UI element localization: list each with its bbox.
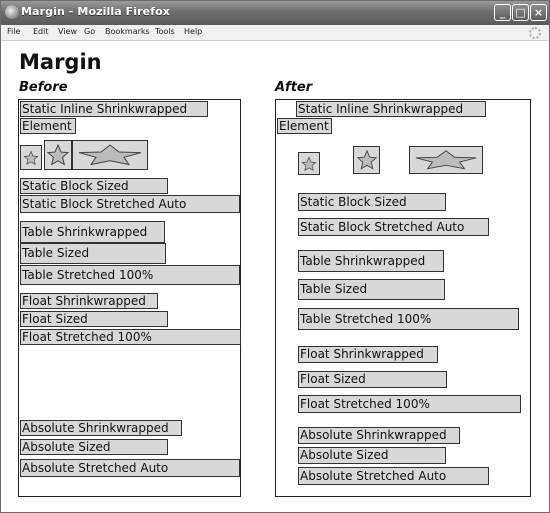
page-title: Margin [19, 50, 102, 74]
menu-bar: File Edit View Go Bookmarks Tools Help [1, 25, 549, 41]
absolute-sized: Absolute Sized [298, 447, 446, 464]
title-bar: Margin - Mozilla Firefox _ □ × [1, 1, 549, 25]
before-panel: Static Inline Shrinkwrapped Element Stat… [18, 99, 241, 497]
float-shrinkwrapped: Float Shrinkwrapped [20, 293, 158, 309]
menu-help[interactable]: Help [184, 27, 202, 36]
absolute-stretched: Absolute Stretched Auto [20, 459, 240, 477]
table-stretched: Table Stretched 100% [298, 308, 519, 330]
menu-bookmarks[interactable]: Bookmarks [105, 27, 150, 36]
static-inline-line2: Element [277, 118, 332, 134]
static-inline-line2: Element [20, 118, 76, 134]
page-content: Margin Before After Static Inline Shrink… [1, 42, 549, 512]
table-shrinkwrapped: Table Shrinkwrapped [298, 250, 444, 272]
float-sized: Float Sized [20, 311, 168, 327]
maximize-icon[interactable]: □ [512, 4, 529, 21]
float-stretched: Float Stretched 100% [20, 329, 241, 345]
table-sized: Table Sized [298, 279, 445, 300]
absolute-sized: Absolute Sized [20, 439, 168, 455]
menu-go[interactable]: Go [84, 27, 95, 36]
absolute-shrinkwrapped: Absolute Shrinkwrapped [298, 427, 460, 444]
star-icon [353, 146, 380, 174]
table-shrinkwrapped: Table Shrinkwrapped [20, 221, 165, 243]
static-inline-line1: Static Inline Shrinkwrapped [296, 101, 486, 117]
before-heading: Before [19, 80, 68, 95]
static-block-stretched: Static Block Stretched Auto [20, 195, 240, 213]
close-icon[interactable]: × [530, 4, 547, 21]
float-stretched: Float Stretched 100% [298, 395, 521, 413]
after-heading: After [275, 80, 313, 95]
absolute-shrinkwrapped: Absolute Shrinkwrapped [20, 420, 182, 436]
menu-view[interactable]: View [58, 27, 77, 36]
menu-file[interactable]: File [7, 27, 20, 36]
menu-tools[interactable]: Tools [155, 27, 175, 36]
star-icon [20, 145, 42, 170]
static-inline-line1: Static Inline Shrinkwrapped [20, 101, 208, 117]
window-title: Margin - Mozilla Firefox [21, 5, 170, 18]
minimize-icon[interactable]: _ [494, 4, 511, 21]
static-block-sized: Static Block Sized [298, 193, 446, 211]
star-icon [298, 152, 320, 175]
star-icon [44, 140, 72, 170]
table-sized: Table Sized [20, 243, 166, 264]
browser-window: Margin - Mozilla Firefox _ □ × File Edit… [0, 0, 550, 513]
throbber-icon [529, 27, 541, 39]
table-stretched: Table Stretched 100% [20, 265, 240, 285]
float-sized: Float Sized [298, 371, 447, 388]
star-icon [409, 146, 483, 174]
static-block-sized: Static Block Sized [20, 178, 168, 194]
star-icon [72, 140, 148, 170]
menu-edit[interactable]: Edit [33, 27, 49, 36]
absolute-stretched: Absolute Stretched Auto [298, 467, 489, 485]
float-shrinkwrapped: Float Shrinkwrapped [298, 346, 438, 363]
firefox-icon [5, 5, 19, 19]
static-block-stretched: Static Block Stretched Auto [298, 218, 489, 236]
after-panel: Static Inline Shrinkwrapped Element Stat… [275, 99, 531, 497]
